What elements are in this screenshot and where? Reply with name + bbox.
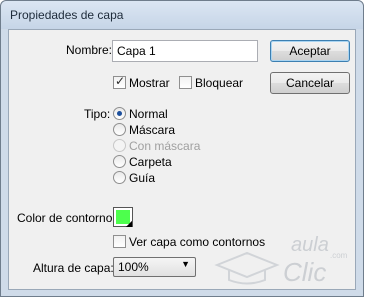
lock-label[interactable]: Bloquear xyxy=(195,76,243,90)
type-label-normal[interactable]: Normal xyxy=(129,107,168,121)
lock-checkbox[interactable] xyxy=(179,76,192,89)
type-radio-folder[interactable] xyxy=(113,155,126,168)
type-label-guide[interactable]: Guía xyxy=(129,171,155,185)
type-label-mask[interactable]: Máscara xyxy=(129,123,175,137)
layer-height-label: Altura de capa: xyxy=(33,261,114,275)
layer-height-select[interactable]: 100% ▼ xyxy=(113,257,196,277)
accept-button[interactable]: Aceptar xyxy=(270,40,350,62)
watermark-line1: aula xyxy=(291,234,329,256)
title-bar[interactable]: Propiedades de capa xyxy=(1,1,363,29)
aulaclic-watermark: aula .com Clic xyxy=(214,234,347,285)
outline-color-picker[interactable]: ◢ xyxy=(113,207,133,228)
show-checkbox[interactable]: ✓ xyxy=(113,74,126,89)
type-label: Tipo: xyxy=(84,107,111,121)
name-input[interactable]: Capa 1 xyxy=(112,40,258,62)
type-label-masked: Con máscara xyxy=(129,139,201,153)
layer-height-value: 100% xyxy=(118,260,149,274)
dialog-body: Nombre: Capa 1 Aceptar ✓ Mostrar Bloquea… xyxy=(8,29,356,290)
view-outline-checkbox[interactable] xyxy=(113,235,126,248)
show-label[interactable]: Mostrar xyxy=(129,76,170,90)
check-icon: ✓ xyxy=(115,74,126,88)
watermark-line2: Clic xyxy=(283,257,326,285)
name-label: Nombre: xyxy=(66,43,113,57)
graduation-cap-icon xyxy=(214,251,280,279)
layer-properties-dialog: Propiedades de capa Nombre: Capa 1 Acept… xyxy=(0,0,364,297)
chevron-down-icon: ▼ xyxy=(181,259,190,269)
type-radio-guide[interactable] xyxy=(113,171,126,184)
type-radio-normal[interactable] xyxy=(113,107,126,120)
dropdown-arrow-icon: ◢ xyxy=(125,219,132,228)
type-radio-mask[interactable] xyxy=(113,123,126,136)
outline-color-label: Color de contorno: xyxy=(17,211,116,225)
radio-selected-icon xyxy=(117,111,122,116)
dialog-title: Propiedades de capa xyxy=(10,8,124,22)
watermark-suffix: .com xyxy=(330,251,347,260)
cancel-button[interactable]: Cancelar xyxy=(270,72,350,94)
type-radio-masked xyxy=(113,139,126,152)
type-label-folder[interactable]: Carpeta xyxy=(129,155,172,169)
